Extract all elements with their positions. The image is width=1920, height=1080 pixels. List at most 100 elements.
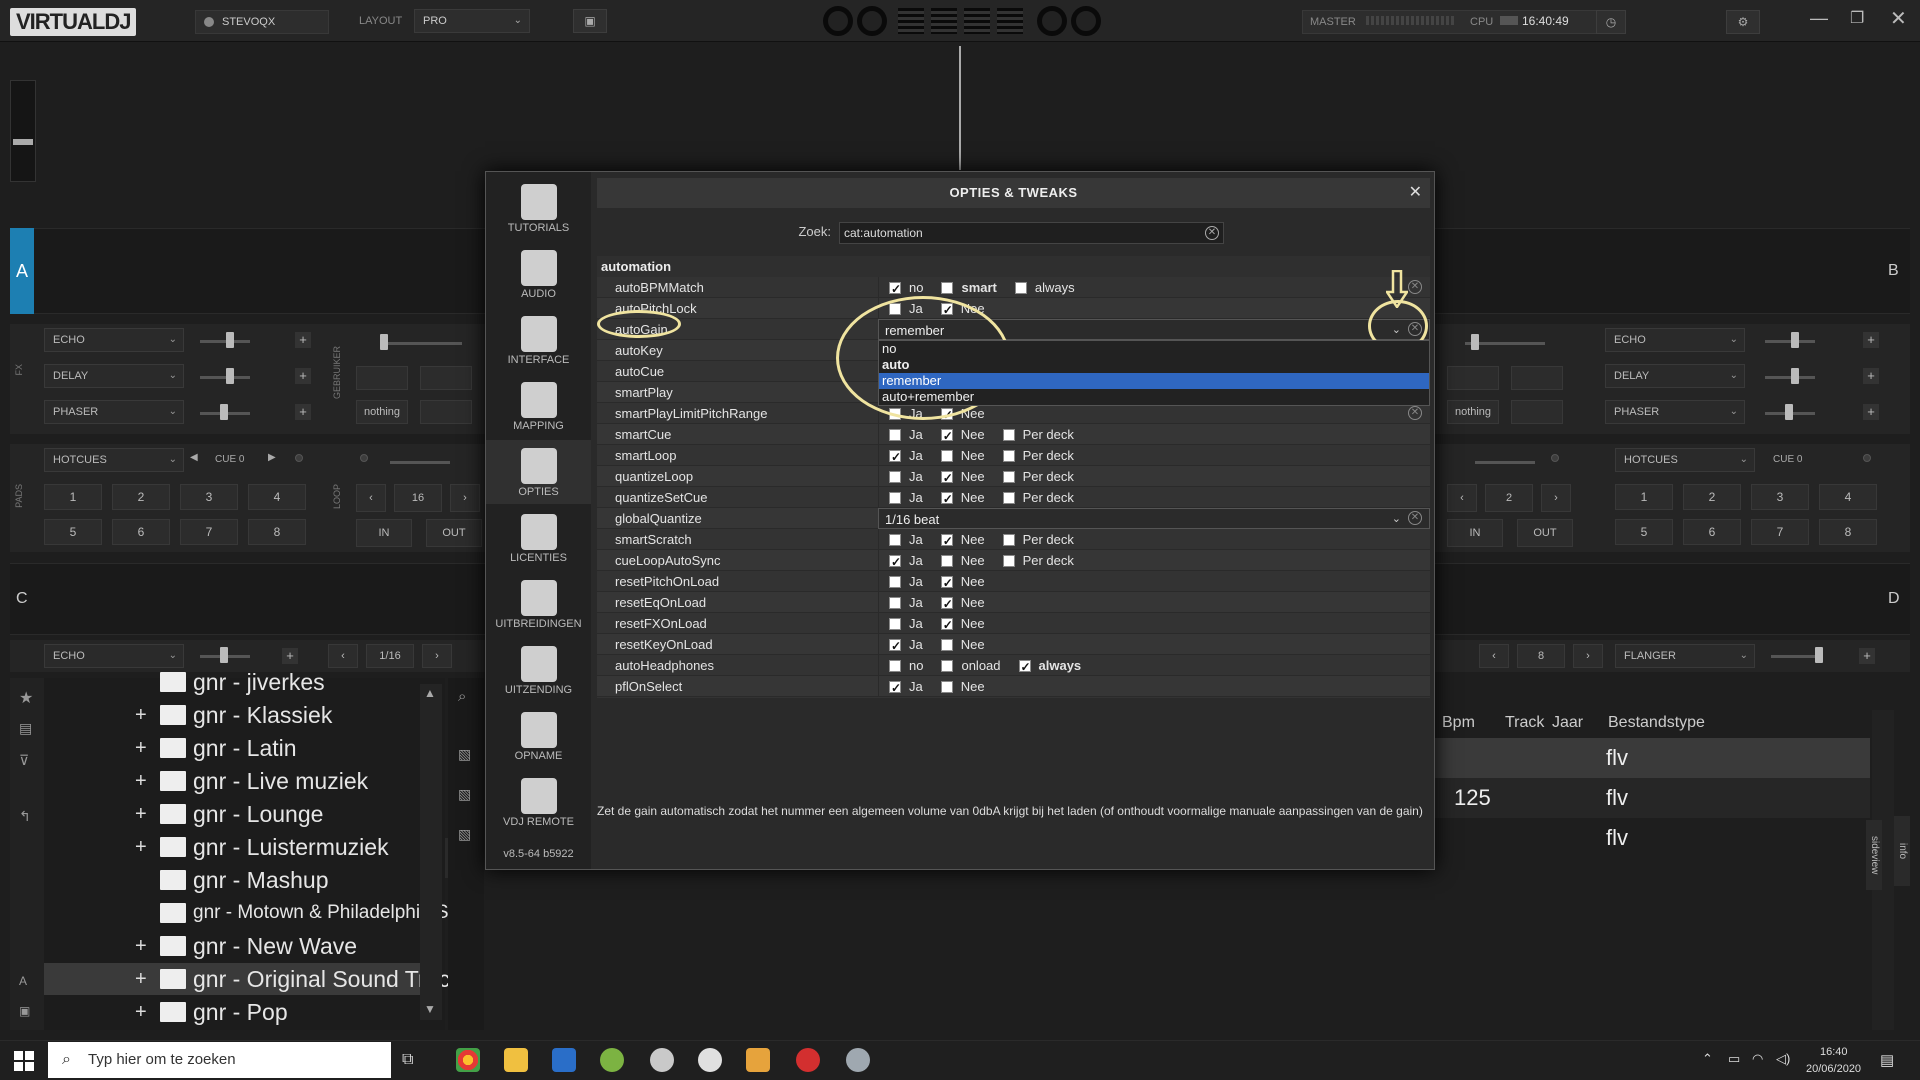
- loop-in-button[interactable]: IN: [356, 519, 412, 547]
- tray-wifi-icon[interactable]: ◠: [1752, 1051, 1763, 1067]
- column-filetype[interactable]: Bestandstype: [1608, 714, 1705, 732]
- right-loop-next-icon[interactable]: ›: [1541, 484, 1571, 512]
- setting-row[interactable]: autoBPMMatch no smart always ✕: [597, 277, 1430, 300]
- setting-row[interactable]: resetEqOnLoad Ja Nee: [597, 592, 1430, 615]
- deck-d-loop-prev-icon[interactable]: ‹: [1479, 644, 1509, 668]
- right-fx3-slider-handle[interactable]: [1785, 404, 1793, 420]
- layout-toggle-icon[interactable]: ▣: [19, 1004, 30, 1018]
- user-slider[interactable]: [382, 342, 462, 345]
- tree-item[interactable]: + gnr - Lounge: [10, 798, 420, 830]
- user-slot-1[interactable]: [356, 366, 408, 390]
- scroll-down-icon[interactable]: ▼: [424, 1002, 436, 1016]
- fx2-select[interactable]: DELAY ⌄: [44, 364, 184, 388]
- fx3-slider-handle[interactable]: [220, 404, 228, 420]
- settings-gear-icon[interactable]: ⚙: [1726, 10, 1760, 34]
- favorites-star-icon[interactable]: ★: [19, 688, 33, 708]
- tree-item[interactable]: gnr - jiverkes: [10, 666, 420, 698]
- right-fx2-select[interactable]: DELAY ⌄: [1605, 364, 1745, 388]
- setting-row[interactable]: smartPlayLimitPitchRangeJaNee✕: [597, 403, 1430, 426]
- checkbox[interactable]: [940, 615, 953, 636]
- expand-icon[interactable]: +: [135, 765, 149, 797]
- pad-button[interactable]: 3: [1751, 484, 1809, 510]
- setting-row[interactable]: smartCue Ja Nee Per deck: [597, 424, 1430, 447]
- fx1-select[interactable]: ECHO ⌄: [44, 328, 184, 352]
- filter-icon[interactable]: ⊽: [19, 752, 29, 769]
- tree-scrollbar[interactable]: ▲ ▼: [420, 684, 442, 1020]
- user-slot-2[interactable]: [420, 366, 472, 390]
- option-label[interactable]: Per deck: [1023, 469, 1074, 484]
- app-icon[interactable]: [846, 1048, 870, 1072]
- timer-icon[interactable]: ◷: [1596, 10, 1626, 34]
- video-icon[interactable]: ▧: [458, 786, 471, 803]
- loop-indicator[interactable]: [360, 454, 368, 462]
- cue-prev-icon[interactable]: ◀: [190, 452, 198, 463]
- file-explorer-icon[interactable]: [504, 1048, 528, 1072]
- checkbox[interactable]: [940, 573, 953, 594]
- pad-button[interactable]: 3: [180, 484, 238, 510]
- right-fx3-select[interactable]: PHASER ⌄: [1605, 400, 1745, 424]
- option-label[interactable]: Per deck: [1023, 490, 1074, 505]
- sidebar-item-vdj-remote[interactable]: VDJ REMOTE: [486, 770, 591, 834]
- taskbar-time[interactable]: 16:40: [1820, 1046, 1848, 1058]
- sidebar-item-licenties[interactable]: LICENTIES: [486, 506, 591, 570]
- chevron-down-icon[interactable]: ⌄: [1392, 509, 1401, 530]
- option-label[interactable]: Nee: [961, 616, 985, 631]
- pad-button[interactable]: 7: [1751, 519, 1809, 545]
- store-icon[interactable]: [552, 1048, 576, 1072]
- task-view-icon[interactable]: ⧉: [402, 1051, 413, 1069]
- back-icon[interactable]: ↰: [19, 808, 31, 825]
- tree-item[interactable]: gnr - Motown & Philadelphia Soun: [10, 897, 480, 929]
- checkbox[interactable]: [889, 533, 901, 546]
- search-icon[interactable]: ⌕: [458, 688, 466, 705]
- reset-setting-icon[interactable]: ✕: [1408, 280, 1422, 294]
- setting-row[interactable]: autoGain remember ⌄ ✕: [597, 319, 1430, 340]
- checkbox[interactable]: [889, 279, 901, 300]
- pad-button[interactable]: 6: [112, 519, 170, 545]
- right-fx1-select[interactable]: ECHO ⌄: [1605, 328, 1745, 352]
- tray-chevron-icon[interactable]: ⌃: [1702, 1051, 1713, 1067]
- cue-next-icon[interactable]: ▶: [268, 452, 276, 463]
- option-label[interactable]: Ja: [909, 448, 923, 463]
- option-label[interactable]: Nee: [961, 427, 985, 442]
- column-year[interactable]: Jaar: [1552, 714, 1583, 732]
- pad-button[interactable]: 1: [1615, 484, 1673, 510]
- checkbox[interactable]: [889, 678, 901, 699]
- right-loop-slider[interactable]: [1475, 461, 1535, 464]
- fx2-add-icon[interactable]: +: [295, 368, 311, 384]
- expand-icon[interactable]: +: [135, 963, 149, 995]
- checkbox[interactable]: [940, 531, 953, 552]
- checkbox[interactable]: [940, 449, 953, 462]
- option-label[interactable]: always: [1035, 280, 1075, 295]
- right-fx2-slider[interactable]: [1765, 376, 1815, 379]
- deck-b-label[interactable]: B: [1888, 262, 1899, 280]
- right-fx3-add-icon[interactable]: +: [1863, 404, 1879, 420]
- app-icon[interactable]: [650, 1048, 674, 1072]
- pad-button[interactable]: 8: [248, 519, 306, 545]
- checkbox[interactable]: [1002, 533, 1015, 546]
- crossfader-mini[interactable]: [10, 80, 36, 182]
- option-label[interactable]: Ja: [909, 427, 923, 442]
- option-label[interactable]: Ja: [909, 595, 923, 610]
- cue-indicator[interactable]: [295, 454, 303, 462]
- checkbox[interactable]: [889, 596, 901, 609]
- close-window-icon[interactable]: ✕: [1890, 6, 1907, 31]
- checkbox[interactable]: [889, 552, 901, 573]
- sideview-tab[interactable]: sideview: [1866, 820, 1882, 890]
- checkbox[interactable]: [940, 489, 953, 510]
- deck-d-add-icon[interactable]: +: [1859, 648, 1875, 664]
- fx3-add-icon[interactable]: +: [295, 404, 311, 420]
- video-icon[interactable]: ▧: [458, 746, 471, 763]
- setting-row[interactable]: pflOnSelect Ja Nee: [597, 676, 1430, 699]
- deck-disc-icon[interactable]: [1037, 6, 1067, 36]
- right-fx2-add-icon[interactable]: +: [1863, 368, 1879, 384]
- deck-c-label[interactable]: C: [16, 590, 28, 608]
- maximize-icon[interactable]: ❐: [1850, 8, 1864, 28]
- deck-d-loop-next-icon[interactable]: ›: [1573, 644, 1603, 668]
- loop-next-icon[interactable]: ›: [450, 484, 480, 512]
- deck-c-loop-prev-icon[interactable]: ‹: [328, 644, 358, 668]
- setting-row[interactable]: smartScratch Ja Nee Per deck: [597, 529, 1430, 552]
- media-icon[interactable]: [698, 1048, 722, 1072]
- pad-button[interactable]: 7: [180, 519, 238, 545]
- expand-icon[interactable]: +: [135, 798, 149, 830]
- user-slider-handle[interactable]: [380, 334, 388, 350]
